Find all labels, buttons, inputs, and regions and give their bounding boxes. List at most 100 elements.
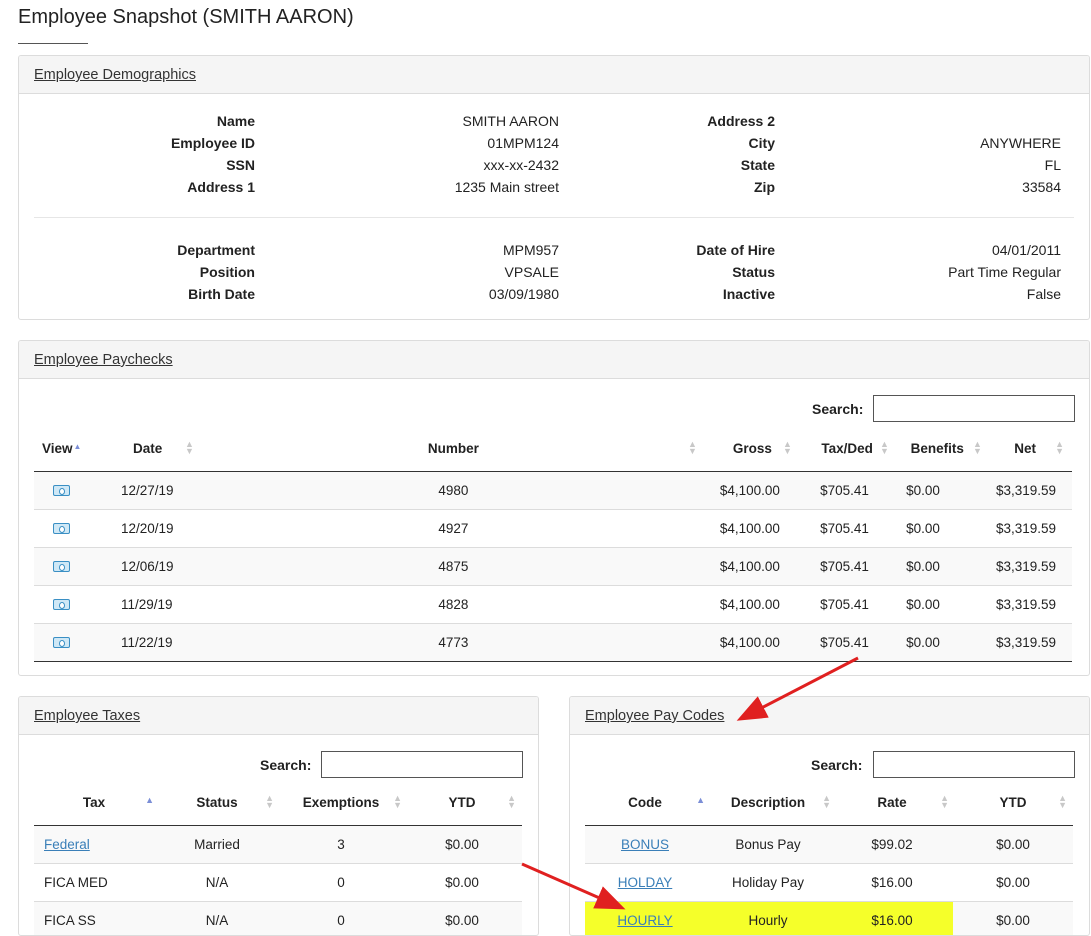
net-cell: $3,319.59 — [987, 509, 1072, 548]
col-code-ytd[interactable]: YTD ▲ ▼ — [953, 781, 1073, 826]
col-number[interactable]: Number ▲ ▼ — [203, 427, 703, 472]
field-value: ANYWHERE — [980, 135, 1061, 151]
demographics-left-bottom: Department MPM957 Position VPSALE Birth Date… — [19, 239, 559, 305]
view-cell[interactable] — [34, 547, 109, 586]
table-row[interactable]: 12/20/19 4927 $4,100.00 $705.41 $0.00 $3,319.… — [34, 509, 1072, 548]
code-cell[interactable]: HOLDAY — [585, 863, 705, 902]
field-label: SSN — [226, 157, 255, 173]
col-tax[interactable]: Tax ▲ — [34, 781, 154, 826]
date-cell: 12/20/19 — [108, 509, 204, 548]
table-row[interactable]: 12/06/19 4875 $4,100.00 $705.41 $0.00 $3,319.… — [34, 547, 1072, 586]
view-cell[interactable] — [34, 623, 109, 662]
tax-name-cell[interactable]: Federal — [34, 825, 154, 864]
pay-codes-panel-header: Employee Pay Codes — [570, 697, 1089, 735]
col-exemptions[interactable]: Exemptions ▲ ▼ — [280, 781, 402, 826]
net-cell: $3,319.59 — [987, 585, 1072, 624]
paychecks-panel-header: Employee Paychecks — [19, 341, 1089, 379]
tax-link[interactable]: Federal — [44, 837, 90, 852]
col-benefits[interactable]: Benefits ▲ ▼ — [892, 427, 988, 472]
pay-code-link[interactable]: HOLDAY — [618, 875, 673, 890]
description-cell: Hourly — [705, 901, 831, 935]
cash-icon[interactable] — [52, 599, 70, 611]
table-row[interactable]: 11/29/19 4828 $4,100.00 $705.41 $0.00 $3,319.… — [34, 585, 1072, 624]
sort-icon: ▲ ▼ — [940, 793, 949, 810]
view-cell[interactable] — [34, 509, 109, 548]
field-value: False — [1026, 286, 1061, 302]
col-tax-ytd[interactable]: YTD ▲ ▼ — [402, 781, 522, 826]
paychecks-table-body: 12/27/19 4980 $4,100.00 $705.41 $0.00 $3,319.… — [34, 471, 1072, 662]
pay-code-link[interactable]: HOURLY — [617, 913, 672, 928]
sort-icon: ▲ ▼ — [393, 793, 402, 810]
col-code[interactable]: Code ▲ — [585, 781, 705, 826]
demographics-divider — [34, 217, 1074, 218]
sort-icon: ▲ ▼ — [822, 793, 831, 810]
demographics-panel-header: Employee Demographics — [19, 56, 1089, 94]
tax-name-cell: FICA MED — [34, 863, 154, 902]
taxes-search-label: Search: — [260, 757, 312, 773]
col-view[interactable]: View▲ — [34, 427, 109, 472]
table-row[interactable]: 11/22/19 4773 $4,100.00 $705.41 $0.00 $3,319.… — [34, 623, 1072, 662]
field-label: Department — [177, 242, 255, 258]
highlighted-row: HOURLY Hourly $16.00 $0.00 — [585, 901, 1073, 935]
field-value: Part Time Regular — [948, 264, 1061, 280]
taxes-search-input[interactable] — [321, 751, 523, 778]
sort-icon: ▲ ▼ — [783, 439, 792, 456]
date-cell: 12/27/19 — [108, 471, 204, 510]
view-cell[interactable] — [34, 585, 109, 624]
net-cell: $3,319.59 — [987, 547, 1072, 586]
number-cell: 4980 — [203, 471, 703, 510]
cash-icon[interactable] — [52, 523, 70, 535]
demographics-header-link[interactable]: Employee Demographics — [34, 67, 196, 83]
tax-status-cell: N/A — [154, 863, 280, 902]
taxded-cell: $705.41 — [797, 547, 893, 586]
table-row[interactable]: 12/27/19 4980 $4,100.00 $705.41 $0.00 $3,319.… — [34, 471, 1072, 510]
gross-cell: $4,100.00 — [702, 547, 798, 586]
field-label: Position — [199, 264, 255, 280]
taxes-panel: Employee Taxes Search: Tax ▲ Status ▲ ▼ Exe… — [18, 696, 539, 936]
col-status[interactable]: Status ▲ ▼ — [154, 781, 280, 826]
col-date[interactable]: Date ▲ ▼ — [108, 427, 204, 472]
field-value: 04/01/2011 — [991, 242, 1061, 258]
code-ytd-cell: $0.00 — [953, 901, 1073, 935]
col-net[interactable]: Net ▲ ▼ — [987, 427, 1072, 472]
field-label: Name — [216, 113, 255, 129]
sort-icon: ▲ ▼ — [184, 439, 194, 456]
view-cell[interactable] — [34, 471, 109, 510]
field-label: Zip — [754, 179, 775, 195]
col-gross[interactable]: Gross ▲ ▼ — [702, 427, 798, 472]
paychecks-table: View▲ Date ▲ ▼ Number ▲ ▼ Gross ▲ ▼ Tax/Ded ▲ ▼ … — [34, 427, 1072, 662]
tax-ytd-cell: $0.00 — [402, 901, 522, 935]
field-value: FL — [1044, 157, 1061, 173]
description-cell: Bonus Pay — [705, 825, 831, 864]
cash-icon[interactable] — [52, 485, 70, 497]
pay-code-link[interactable]: BONUS — [621, 837, 669, 852]
code-cell[interactable]: HOURLY — [585, 901, 705, 935]
col-taxded[interactable]: Tax/Ded ▲ ▼ — [797, 427, 893, 472]
taxes-header-row: Tax ▲ Status ▲ ▼ Exemptions ▲ ▼ YTD ▲ ▼ — [34, 781, 522, 826]
col-description[interactable]: Description ▲ ▼ — [705, 781, 831, 826]
tax-name: FICA MED — [44, 874, 108, 890]
code-ytd-cell: $0.00 — [953, 863, 1073, 902]
cash-icon[interactable] — [52, 561, 70, 573]
paychecks-search-input[interactable] — [873, 395, 1075, 422]
pay-codes-header-link[interactable]: Employee Pay Codes — [585, 708, 724, 724]
gross-cell: $4,100.00 — [702, 585, 798, 624]
code-cell[interactable]: BONUS — [585, 825, 705, 864]
taxes-header-link[interactable]: Employee Taxes — [34, 708, 140, 724]
table-row: HOLDAY Holiday Pay $16.00 $0.00 — [585, 863, 1073, 902]
demographics-right-bottom: Date of Hire 04/01/2011 Status Part Time Re… — [539, 239, 1089, 305]
sort-icon: ▲ ▼ — [1058, 793, 1067, 810]
col-rate[interactable]: Rate ▲ ▼ — [831, 781, 953, 826]
cash-icon[interactable] — [52, 637, 70, 649]
date-cell: 11/22/19 — [108, 623, 204, 662]
paychecks-header-link[interactable]: Employee Paychecks — [34, 352, 173, 368]
paychecks-panel: Employee Paychecks Search: View▲ Date ▲ ▼ … — [18, 340, 1090, 676]
pay-codes-search-label: Search: — [811, 757, 863, 773]
field-label: City — [748, 135, 775, 151]
sort-icon: ▲ ▼ — [1055, 439, 1064, 456]
taxes-table: Tax ▲ Status ▲ ▼ Exemptions ▲ ▼ YTD ▲ ▼ Federal… — [34, 781, 522, 935]
pay-codes-table-body: BONUS Bonus Pay $99.02 $0.00 HOLDAY Holiday P… — [585, 825, 1073, 935]
taxded-cell: $705.41 — [797, 509, 893, 548]
table-row: FICA MED N/A 0 $0.00 — [34, 863, 522, 902]
pay-codes-search-input[interactable] — [873, 751, 1075, 778]
